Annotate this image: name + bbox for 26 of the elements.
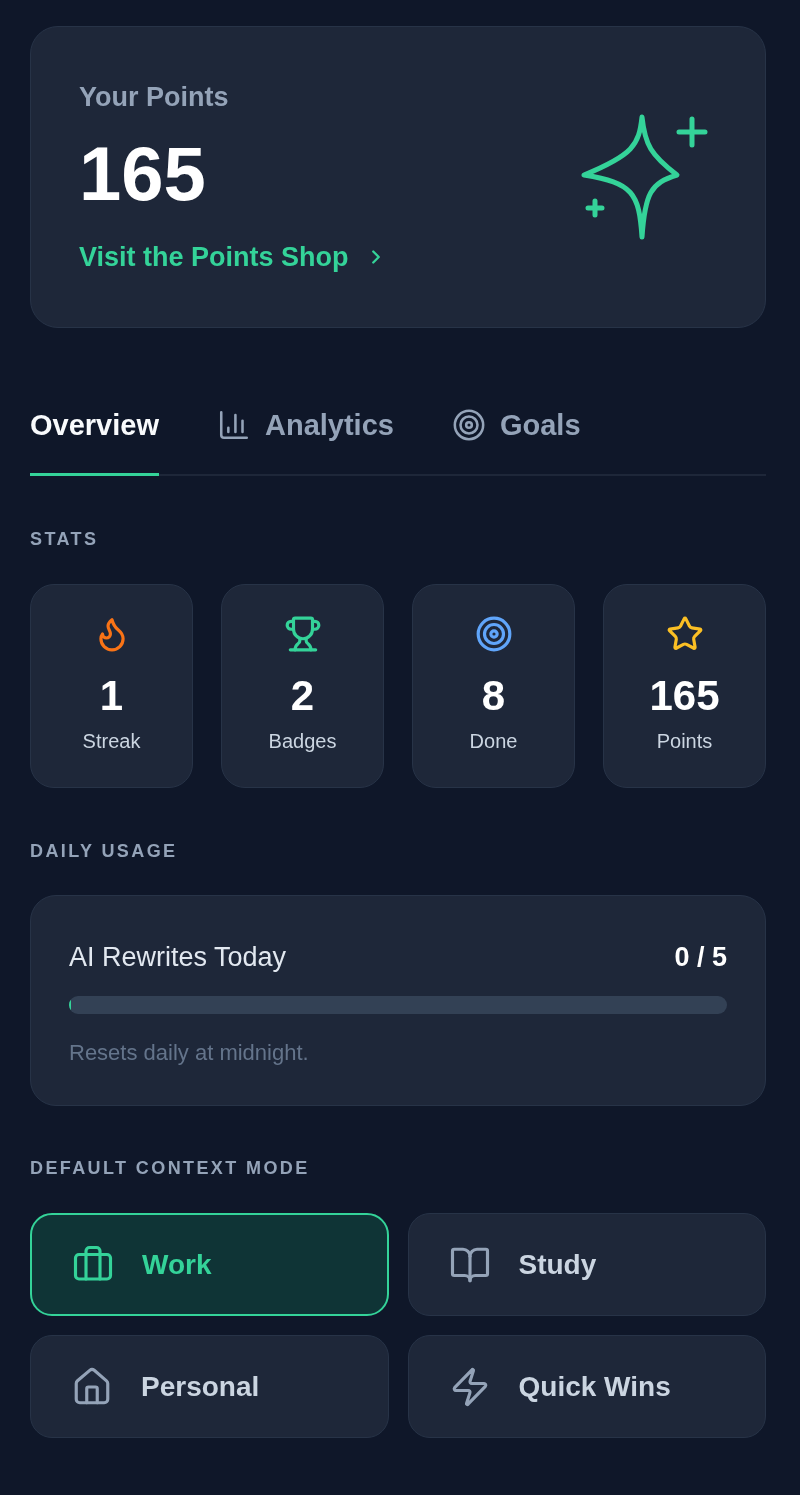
mode-button[interactable]: Personal [30,1335,389,1438]
stat-label: Streak [82,729,141,753]
stat-value: 1 [99,672,124,720]
stat-value: 165 [649,672,720,720]
stat-label: Points [656,729,713,753]
section-heading: STATS [30,528,100,550]
tab[interactable]: Goals [451,400,581,476]
tab[interactable]: Analytics [217,400,394,476]
usage-note: Resets daily at midnight. [69,1039,310,1067]
section-heading: DEFAULT CONTEXT MODE [30,1157,311,1179]
bar-chart-icon [217,408,251,442]
points-shop-link[interactable]: Visit the Points Shop [79,239,387,274]
target-icon [451,408,486,442]
stat-value: 8 [481,672,506,720]
usage-title: AI Rewrites Today [69,941,287,974]
mode-button[interactable]: Work [30,1213,389,1316]
stat-value: 2 [290,672,315,720]
stat-label: Done [469,729,518,753]
section-heading: DAILY USAGE [30,840,179,862]
points-label: Your Points [79,80,229,113]
mode-button[interactable]: Study [407,1213,766,1316]
stat-label: Badges [268,729,337,753]
usage-count: 0 / 5 [674,941,727,974]
tab[interactable]: Overview [30,400,159,476]
points-value: 165 [79,133,206,214]
mode-button[interactable]: Quick Wins [407,1335,766,1438]
